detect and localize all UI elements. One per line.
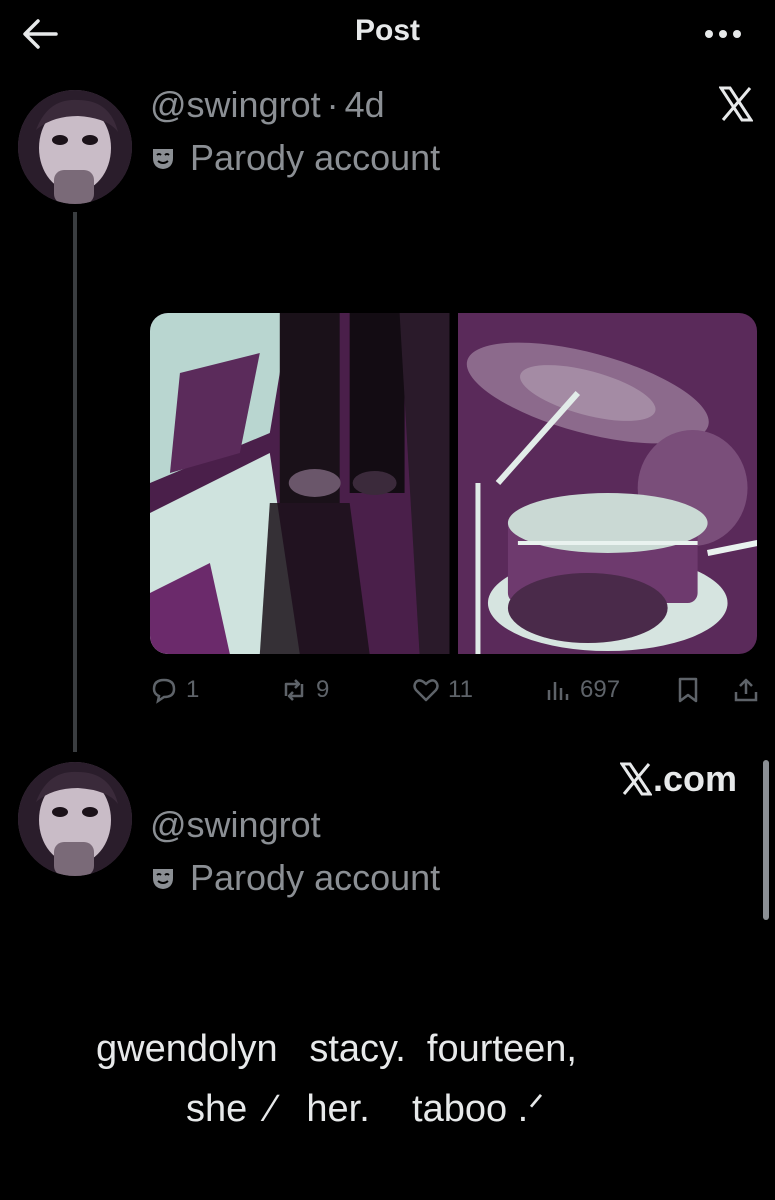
share-button[interactable] — [732, 676, 760, 704]
profile-parody-label: Parody account — [150, 857, 440, 899]
photo-drum-cymbal[interactable] — [457, 313, 757, 654]
thread-line — [73, 212, 77, 752]
share-icon — [734, 678, 758, 702]
avatar-photo — [18, 90, 132, 204]
bookmark-button[interactable] — [674, 676, 702, 704]
bio-line-1: gwendolyn stacy. fourteen, — [96, 1028, 577, 1070]
bookmark-icon — [678, 677, 698, 703]
more-icon — [705, 30, 741, 38]
repost-count: 9 — [316, 676, 330, 703]
heart-icon — [413, 679, 439, 702]
post-actions: 1 9 11 697 — [150, 676, 765, 712]
mask-icon — [153, 869, 173, 889]
handle-text: @swingrot — [150, 84, 321, 125]
x-com-link[interactable]: .com — [619, 758, 737, 800]
page-title: Post — [354, 14, 420, 47]
mask-icon — [153, 149, 173, 169]
site-domain: .com — [652, 758, 737, 799]
bio-line-2: she ⁄ her. taboo .ᐟ — [186, 1088, 545, 1130]
reply-button[interactable]: 1 — [150, 676, 199, 704]
repost-icon — [284, 679, 304, 701]
avatar-photo — [18, 762, 132, 876]
photo-street-legs[interactable] — [150, 313, 450, 654]
x-logo-icon[interactable] — [718, 86, 754, 122]
profile-parody-text: Parody account — [190, 857, 441, 898]
post-author-handle[interactable]: @swingrot · 4d — [150, 84, 385, 126]
avatar[interactable] — [18, 90, 132, 204]
views-count: 697 — [580, 676, 621, 703]
like-button[interactable]: 11 — [412, 676, 473, 704]
post-age: 4d — [344, 84, 385, 125]
reply-icon — [152, 678, 176, 704]
like-count: 11 — [448, 676, 473, 703]
post-media — [150, 313, 757, 654]
profile-avatar[interactable] — [18, 762, 132, 876]
repost-button[interactable]: 9 — [280, 676, 329, 704]
reply-count: 1 — [186, 676, 200, 703]
scrollbar[interactable] — [763, 760, 769, 920]
parody-label: Parody account — [150, 137, 440, 179]
parody-label-text: Parody account — [190, 137, 441, 178]
profile-handle[interactable]: @swingrot — [150, 804, 321, 846]
separator-dot: · — [326, 84, 339, 125]
views-icon — [547, 682, 569, 700]
views-button[interactable]: 697 — [544, 676, 620, 704]
more-options-button[interactable] — [703, 24, 743, 44]
x-logo-icon — [619, 762, 652, 796]
